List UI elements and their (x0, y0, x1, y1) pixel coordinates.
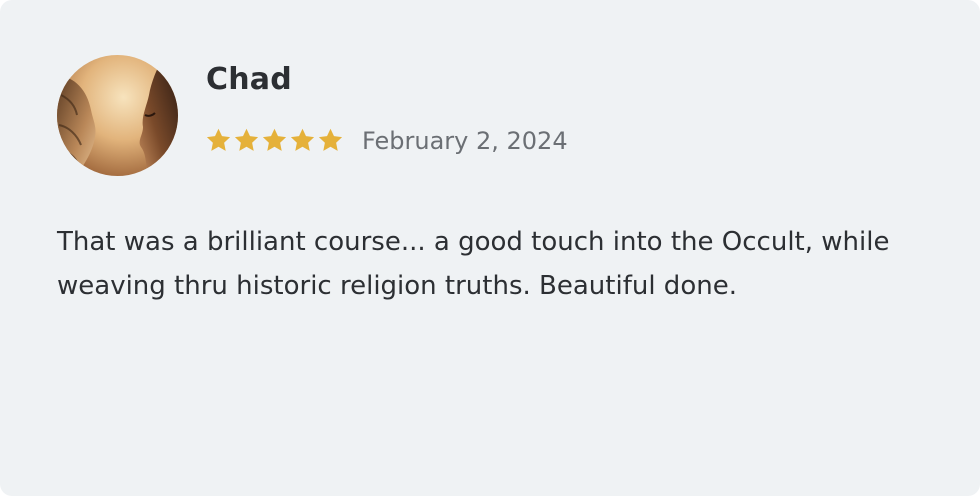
review-text: That was a brilliant course... a good to… (57, 227, 890, 301)
review-date: February 2, 2024 (362, 127, 568, 155)
avatar-image (57, 55, 178, 176)
avatar (57, 55, 178, 176)
star-rating (205, 124, 345, 156)
star-icon (206, 128, 231, 151)
star-icon (262, 128, 287, 151)
review-card: Chad February 2, 2024 That was a brillia… (0, 0, 980, 496)
star-icon (318, 128, 343, 151)
reviewer-name: Chad (206, 62, 292, 97)
star-icon (234, 128, 259, 151)
star-icon (290, 128, 315, 151)
